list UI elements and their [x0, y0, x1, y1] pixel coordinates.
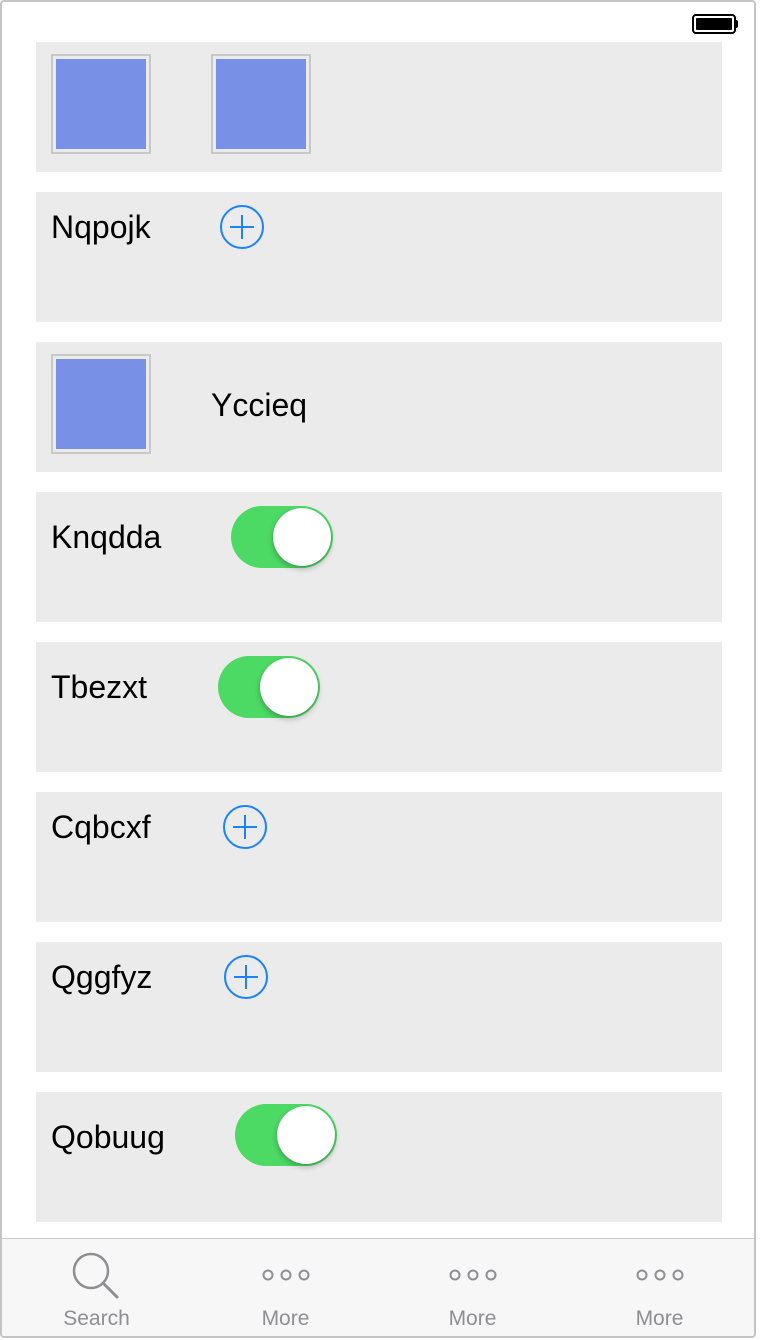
list-item: [36, 42, 722, 172]
screen: Nqpojk Yccieq Knqdda Tbezxt Cqbcxf Qggfy…: [0, 0, 756, 1338]
tab-label: More: [261, 1307, 310, 1330]
tab-label: Search: [63, 1307, 130, 1330]
list-item: Cqbcxf: [36, 792, 722, 922]
image-thumbnail[interactable]: [211, 54, 311, 154]
toggle-switch[interactable]: [218, 656, 320, 718]
list-item: Tbezxt: [36, 642, 722, 772]
image-thumbnail[interactable]: [51, 354, 151, 454]
add-icon[interactable]: [223, 954, 269, 1000]
more-icon: [262, 1269, 309, 1281]
add-icon[interactable]: [219, 204, 265, 250]
item-label: Knqdda: [51, 519, 162, 555]
add-icon[interactable]: [222, 804, 268, 850]
tab-search[interactable]: Search: [2, 1239, 191, 1336]
image-thumbnail[interactable]: [51, 54, 151, 154]
toggle-switch[interactable]: [231, 506, 333, 568]
more-icon: [449, 1269, 496, 1281]
list-item: Yccieq: [36, 342, 722, 472]
tab-label: More: [635, 1307, 684, 1330]
list-item: Qobuug: [36, 1092, 722, 1222]
tab-more[interactable]: More: [565, 1239, 754, 1336]
item-label: Cqbcxf: [51, 809, 151, 845]
search-icon: [72, 1252, 118, 1299]
item-label: Yccieq: [211, 387, 308, 423]
item-label: Nqpojk: [51, 209, 151, 245]
tab-label: More: [448, 1307, 497, 1330]
list-item: Qggfyz: [36, 942, 722, 1072]
list-item: Nqpojk: [36, 192, 722, 322]
battery-full-icon: [692, 14, 738, 34]
toggle-switch[interactable]: [235, 1104, 337, 1166]
item-label: Tbezxt: [51, 669, 148, 705]
tab-more[interactable]: More: [378, 1239, 567, 1336]
list-item: Knqdda: [36, 492, 722, 622]
item-label: Qggfyz: [51, 959, 153, 995]
more-icon: [636, 1269, 683, 1281]
item-label: Qobuug: [51, 1119, 165, 1155]
tab-bar: Search More More More: [2, 1238, 754, 1336]
tab-more[interactable]: More: [191, 1239, 380, 1336]
